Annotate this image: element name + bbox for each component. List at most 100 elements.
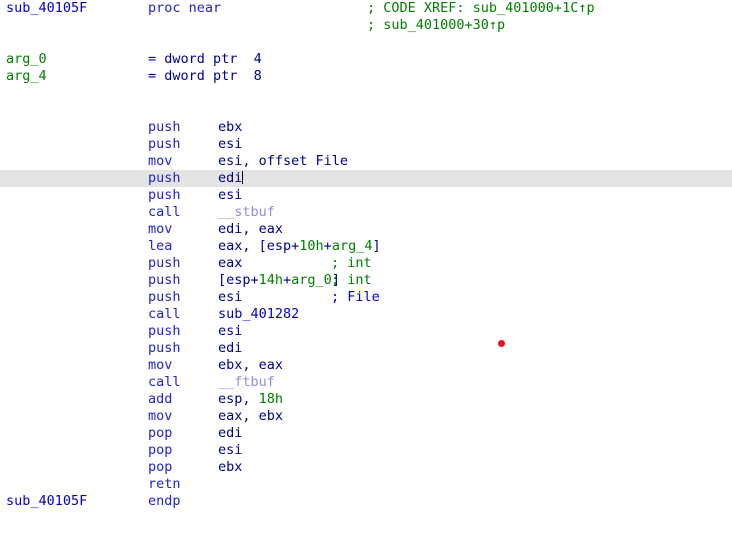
line-operand[interactable]: ebx	[218, 119, 242, 136]
line-operand[interactable]: eax	[218, 255, 242, 272]
disassembly-line[interactable]	[0, 34, 732, 51]
disassembly-line[interactable]	[0, 85, 732, 102]
disassembly-line[interactable]: push eax ; int	[0, 255, 732, 272]
line-mnemonic[interactable]: retn	[148, 476, 181, 493]
operand-token[interactable]: arg_4	[332, 238, 373, 254]
line-mnemonic[interactable]: proc near	[148, 0, 221, 17]
disassembly-line[interactable]: push ebx	[0, 119, 732, 136]
operand-token[interactable]: eax, [esp+	[218, 238, 299, 254]
line-mnemonic[interactable]: = dword ptr 4	[148, 51, 262, 68]
line-operand[interactable]: edi	[218, 425, 242, 442]
line-mnemonic[interactable]: push	[148, 119, 181, 136]
disassembly-line[interactable]: mov edi, eax	[0, 221, 732, 238]
disassembly-line[interactable]: mov esi, offset File	[0, 153, 732, 170]
line-comment[interactable]: ; int	[331, 255, 372, 272]
line-mnemonic[interactable]: mov	[148, 357, 172, 374]
line-operand[interactable]: __stbuf	[218, 204, 275, 221]
disassembly-line[interactable]: pop esi	[0, 442, 732, 459]
line-mnemonic[interactable]: add	[148, 391, 172, 408]
line-operand[interactable]: esp, 18h	[218, 391, 283, 408]
line-mnemonic[interactable]: push	[148, 272, 181, 289]
disassembly-line[interactable]: pop edi	[0, 425, 732, 442]
line-operand[interactable]: eax, [esp+10h+arg_4]	[218, 238, 381, 255]
line-mnemonic[interactable]: = dword ptr 8	[148, 68, 262, 85]
line-operand[interactable]: esi, offset File	[218, 153, 348, 170]
line-label[interactable]: sub_40105F	[6, 493, 87, 510]
line-mnemonic[interactable]: push	[148, 136, 181, 153]
operand-token[interactable]: 18h	[259, 391, 283, 407]
line-mnemonic[interactable]: push	[148, 187, 181, 204]
line-mnemonic[interactable]: mov	[148, 153, 172, 170]
line-mnemonic[interactable]: mov	[148, 221, 172, 238]
mouse-pointer-dot	[498, 340, 505, 347]
line-label[interactable]: arg_4	[6, 68, 47, 85]
line-mnemonic[interactable]: call	[148, 306, 181, 323]
line-comment[interactable]: ; CODE XREF: sub_401000+1C↑p	[367, 0, 595, 17]
line-comment[interactable]: ; sub_401000+30↑p	[367, 17, 505, 34]
disassembly-line[interactable]: sub_40105F proc near ; CODE XREF: sub_4010…	[0, 0, 732, 17]
disassembly-line[interactable]: call __stbuf	[0, 204, 732, 221]
disassembly-line[interactable]: ; sub_401000+30↑p	[0, 17, 732, 34]
operand-token[interactable]: +	[283, 272, 291, 288]
line-label[interactable]: sub_40105F	[6, 0, 87, 17]
disassembly-line[interactable]: push edi	[0, 170, 732, 187]
disassembly-line[interactable]: push esi	[0, 136, 732, 153]
line-operand[interactable]: esi	[218, 442, 242, 459]
line-operand[interactable]: edi	[218, 170, 244, 187]
line-operand[interactable]: esi	[218, 136, 242, 153]
disassembly-line[interactable]: push edi	[0, 340, 732, 357]
disassembly-line[interactable]	[0, 102, 732, 119]
operand-token[interactable]: [esp+	[218, 272, 259, 288]
disassembly-line[interactable]: call sub_401282	[0, 306, 732, 323]
line-mnemonic[interactable]: push	[148, 170, 181, 187]
line-operand[interactable]: ebx, eax	[218, 357, 283, 374]
disassembly-line[interactable]: push esi ; File	[0, 289, 732, 306]
disassembly-line[interactable]: lea eax, [esp+10h+arg_4]	[0, 238, 732, 255]
disassembly-line[interactable]: mov ebx, eax	[0, 357, 732, 374]
disassembly-line[interactable]: retn	[0, 476, 732, 493]
disassembly-line[interactable]: push esi	[0, 187, 732, 204]
disassembly-line[interactable]: mov eax, ebx	[0, 408, 732, 425]
line-mnemonic[interactable]: push	[148, 255, 181, 272]
line-mnemonic[interactable]: push	[148, 340, 181, 357]
line-comment[interactable]: ; File	[331, 289, 380, 306]
operand-token[interactable]: +	[324, 238, 332, 254]
line-operand[interactable]: esi	[218, 323, 242, 340]
disassembly-view[interactable]: sub_40105F proc near ; CODE XREF: sub_4010…	[0, 0, 732, 558]
line-mnemonic[interactable]: call	[148, 204, 181, 221]
line-mnemonic[interactable]: pop	[148, 459, 172, 476]
disassembly-line[interactable]: arg_0 = dword ptr 4	[0, 51, 732, 68]
line-mnemonic[interactable]: call	[148, 374, 181, 391]
operand-token[interactable]: 14h	[259, 272, 283, 288]
disassembly-lines: sub_40105F proc near ; CODE XREF: sub_4010…	[0, 0, 732, 510]
operand-token[interactable]: 10h	[299, 238, 323, 254]
line-mnemonic[interactable]: pop	[148, 442, 172, 459]
line-mnemonic[interactable]: pop	[148, 425, 172, 442]
line-mnemonic[interactable]: endp	[148, 493, 181, 510]
line-label[interactable]: arg_0	[6, 51, 47, 68]
line-mnemonic[interactable]: push	[148, 289, 181, 306]
disassembly-line[interactable]: push esi	[0, 323, 732, 340]
disassembly-line[interactable]: pop ebx	[0, 459, 732, 476]
line-operand[interactable]: eax, ebx	[218, 408, 283, 425]
operand-token[interactable]: esp,	[218, 391, 259, 407]
disassembly-line[interactable]: add esp, 18h	[0, 391, 732, 408]
line-mnemonic[interactable]: lea	[148, 238, 172, 255]
disassembly-line[interactable]: push [esp+14h+arg_0]; int	[0, 272, 732, 289]
disassembly-line[interactable]: arg_4 = dword ptr 8	[0, 68, 732, 85]
line-operand[interactable]: __ftbuf	[218, 374, 275, 391]
line-mnemonic[interactable]: mov	[148, 408, 172, 425]
line-comment[interactable]: ; int	[331, 272, 372, 289]
line-operand[interactable]: edi, eax	[218, 221, 283, 238]
line-mnemonic[interactable]: push	[148, 323, 181, 340]
operand-token[interactable]: arg_0	[291, 272, 332, 288]
line-operand[interactable]: [esp+14h+arg_0]	[218, 272, 340, 289]
operand-token[interactable]: ]	[372, 238, 380, 254]
disassembly-line[interactable]: call __ftbuf	[0, 374, 732, 391]
line-operand[interactable]: edi	[218, 340, 242, 357]
line-operand[interactable]: esi	[218, 187, 242, 204]
line-operand[interactable]: ebx	[218, 459, 242, 476]
disassembly-line[interactable]: sub_40105F endp	[0, 493, 732, 510]
line-operand[interactable]: sub_401282	[218, 306, 299, 323]
line-operand[interactable]: esi	[218, 289, 242, 306]
